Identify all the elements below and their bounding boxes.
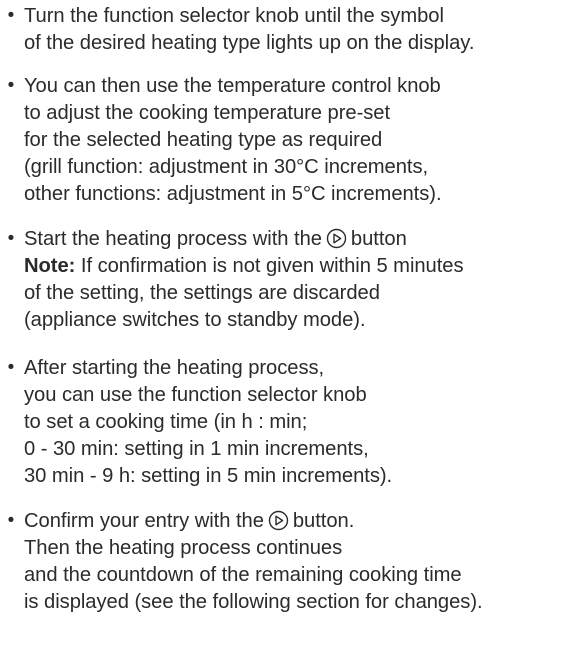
instruction-line: other functions: adjustment in 5°C incre…: [24, 183, 442, 205]
instruction-line: You can then use the temperature control…: [24, 75, 441, 97]
instruction-text: Confirm your entry with the: [24, 510, 264, 532]
instruction-line: you can use the function selector knob: [24, 384, 367, 406]
instruction-line: for the selected heating type as require…: [24, 129, 383, 151]
bullet: •: [7, 75, 15, 96]
instruction-text: Start the heating process with the: [24, 228, 322, 250]
instruction-line: 0 - 30 min: setting in 1 min increments,: [24, 438, 369, 460]
instruction-text: button.: [292, 510, 355, 532]
bullet: •: [7, 510, 15, 531]
note-label: Note:: [24, 255, 76, 277]
instruction-list: • Turn the function selector knob until …: [0, 0, 588, 651]
note-line: Note: If confirmation is not given withi…: [24, 253, 464, 280]
play-circle-icon: [326, 228, 347, 249]
play-circle-icon: [268, 510, 289, 531]
instruction-text: button: [350, 228, 407, 250]
instruction-line: Start the heating process with the button: [24, 226, 407, 253]
instruction-line: (appliance switches to standby mode).: [24, 309, 366, 331]
instruction-line: Then the heating process continues: [24, 537, 343, 559]
instruction-line: Confirm your entry with the button.: [24, 508, 354, 535]
note-text: If confirmation is not given within 5 mi…: [75, 255, 464, 277]
instruction-line: Turn the function selector knob until th…: [24, 5, 444, 27]
instruction-line: and the countdown of the remaining cooki…: [24, 564, 462, 586]
bullet: •: [7, 228, 15, 249]
instruction-line: to adjust the cooking temperature pre-se…: [24, 102, 391, 124]
instruction-line: (grill function: adjustment in 30°C incr…: [24, 156, 429, 178]
instruction-line: 30 min - 9 h: setting in 5 min increment…: [24, 465, 393, 487]
instruction-line: After starting the heating process,: [24, 357, 325, 379]
bullet: •: [7, 5, 15, 26]
bullet: •: [7, 357, 15, 378]
instruction-line: is displayed (see the following section …: [24, 591, 483, 613]
instruction-line: of the setting, the settings are discard…: [24, 282, 380, 304]
instruction-line: of the desired heating type lights up on…: [24, 32, 475, 54]
instruction-line: to set a cooking time (in h : min;: [24, 411, 308, 433]
